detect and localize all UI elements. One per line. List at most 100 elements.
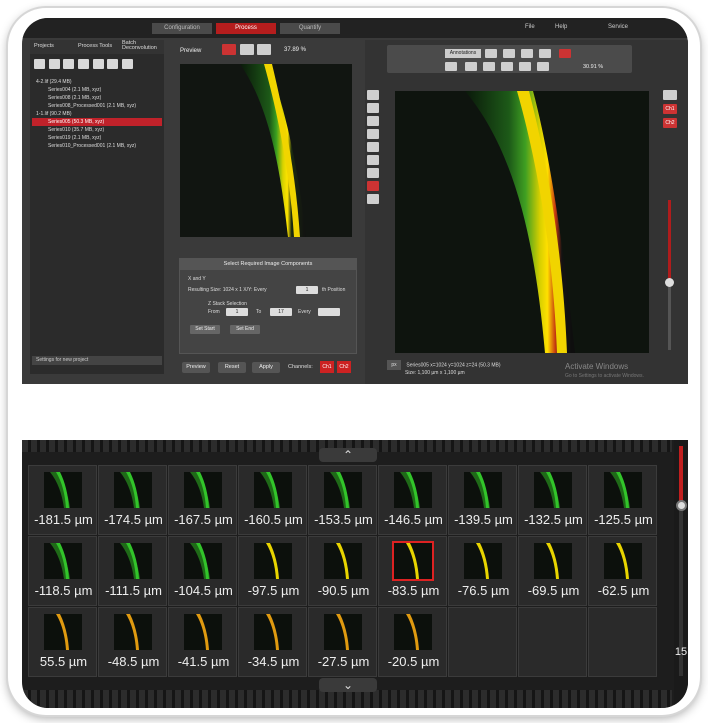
apply-button[interactable]: Apply bbox=[252, 362, 280, 373]
set-start-button[interactable]: Set Start bbox=[190, 325, 220, 334]
project-file[interactable]: 1-1.lif (90.2 MB) bbox=[32, 110, 162, 118]
zoom-out-icon[interactable] bbox=[519, 62, 531, 71]
slice-thumbnail[interactable]: -83.5 µm bbox=[378, 536, 447, 606]
slice-thumbnail[interactable]: -20.5 µm bbox=[378, 607, 447, 677]
slice-thumbnail[interactable]: 55.5 µm bbox=[28, 607, 97, 677]
menu-help[interactable]: Help bbox=[555, 24, 567, 30]
tab-batch-deconvolution[interactable]: Batch Deconvolution bbox=[122, 40, 162, 51]
scroll-up-button[interactable]: ⌃ bbox=[319, 448, 377, 462]
tool-icon[interactable] bbox=[367, 129, 379, 139]
step-process[interactable]: Process bbox=[216, 23, 276, 34]
zoom-out-icon[interactable] bbox=[257, 44, 272, 55]
slice-thumbnail[interactable]: -174.5 µm bbox=[98, 465, 167, 535]
reset-button[interactable]: Reset bbox=[218, 362, 246, 373]
step-configuration[interactable]: Configuration bbox=[152, 23, 212, 34]
z-slider-track[interactable] bbox=[665, 200, 674, 350]
hand-icon[interactable] bbox=[483, 62, 495, 71]
to-stepper[interactable]: 17 bbox=[270, 308, 292, 316]
tool-icon[interactable] bbox=[367, 155, 379, 165]
menu-service[interactable]: Service bbox=[608, 24, 628, 30]
tab-process-tools[interactable]: Process Tools bbox=[78, 43, 112, 49]
slice-thumbnail[interactable]: -104.5 µm bbox=[168, 536, 237, 606]
pencil-icon[interactable] bbox=[445, 62, 457, 71]
series-item[interactable]: Series008_Processed001 (2.1 MB, xyz) bbox=[32, 102, 162, 110]
pixel-button[interactable]: px bbox=[387, 360, 401, 370]
fit-icon[interactable] bbox=[537, 62, 549, 71]
tool-icon[interactable] bbox=[367, 116, 379, 126]
series-item[interactable]: Series019 (2.1 MB, xyz) bbox=[32, 134, 162, 142]
from-stepper[interactable]: 1 bbox=[226, 308, 248, 316]
scroll-knob[interactable] bbox=[676, 500, 687, 511]
tool-icon[interactable] bbox=[367, 90, 379, 100]
tool-icon[interactable] bbox=[367, 142, 379, 152]
step-quantify[interactable]: Quantify bbox=[280, 23, 340, 34]
slice-thumbnail[interactable]: -62.5 µm bbox=[588, 536, 657, 606]
slice-thumbnail[interactable]: -132.5 µm bbox=[518, 465, 587, 535]
slice-thumbnail[interactable]: -27.5 µm bbox=[308, 607, 377, 677]
grid-icon[interactable] bbox=[122, 59, 134, 69]
fit-icon[interactable] bbox=[222, 44, 236, 55]
slice-thumbnail[interactable]: -181.5 µm bbox=[28, 465, 97, 535]
project-settings-dropdown[interactable]: Settings for new project bbox=[32, 356, 162, 365]
tool-icon[interactable] bbox=[367, 181, 379, 191]
tool-icon[interactable] bbox=[367, 103, 379, 113]
folder-icon[interactable] bbox=[63, 59, 75, 69]
slice-thumbnail[interactable]: -34.5 µm bbox=[238, 607, 307, 677]
channel-1-button[interactable]: Ch1 bbox=[663, 104, 677, 114]
slice-image bbox=[604, 543, 642, 579]
slice-thumbnail[interactable]: -90.5 µm bbox=[308, 536, 377, 606]
z-stack-label: Z Stack Selection bbox=[208, 301, 247, 307]
window-icon[interactable] bbox=[539, 49, 551, 58]
set-end-button[interactable]: Set End bbox=[230, 325, 260, 334]
channel-2-button[interactable]: Ch2 bbox=[663, 118, 677, 128]
channel-2-toggle[interactable]: Ch2 bbox=[337, 361, 351, 373]
slice-thumbnail[interactable]: -48.5 µm bbox=[98, 607, 167, 677]
export-icon[interactable] bbox=[92, 59, 104, 69]
slice-thumbnail[interactable]: -125.5 µm bbox=[588, 465, 657, 535]
tool-icon[interactable] bbox=[367, 168, 379, 178]
zoom-in-icon[interactable] bbox=[501, 62, 513, 71]
slice-thumbnail[interactable]: -118.5 µm bbox=[28, 536, 97, 606]
print-icon[interactable] bbox=[503, 49, 515, 58]
slice-thumbnail[interactable]: -69.5 µm bbox=[518, 536, 587, 606]
tab-projects[interactable]: Projects bbox=[34, 43, 54, 49]
annotations-button[interactable]: Annotations bbox=[445, 49, 481, 58]
pin-icon[interactable] bbox=[559, 49, 571, 58]
slice-thumbnail[interactable]: -76.5 µm bbox=[448, 536, 517, 606]
slice-thumbnail[interactable]: -97.5 µm bbox=[238, 536, 307, 606]
viewer-toolbar: Annotations 30.91 % bbox=[387, 45, 632, 73]
every-stepper[interactable]: 1 bbox=[296, 286, 318, 294]
open-icon[interactable] bbox=[34, 59, 45, 69]
channel-1-toggle[interactable]: Ch1 bbox=[320, 361, 334, 373]
z-slider-knob[interactable] bbox=[665, 278, 674, 287]
preview-button[interactable]: Preview bbox=[182, 362, 210, 373]
menu-file[interactable]: File bbox=[525, 24, 535, 30]
series-item[interactable]: Series010_Processed001 (2.1 MB, xyz) bbox=[32, 142, 162, 150]
from-label: From bbox=[208, 309, 220, 315]
move-icon[interactable] bbox=[465, 62, 477, 71]
project-file[interactable]: 4-2.lif (29.4 MB) bbox=[32, 78, 162, 86]
project-tree: 4-2.lif (29.4 MB) Series004 (2.1 MB, xyz)… bbox=[32, 78, 162, 150]
series-item[interactable]: Series005 (50.3 MB, xyz) bbox=[32, 118, 162, 126]
tool-icon[interactable] bbox=[367, 194, 379, 204]
refresh-icon[interactable] bbox=[48, 59, 60, 69]
zoom-in-icon[interactable] bbox=[239, 44, 254, 55]
slice-thumbnail[interactable]: -167.5 µm bbox=[168, 465, 237, 535]
slice-thumbnail[interactable]: -160.5 µm bbox=[238, 465, 307, 535]
series-item[interactable]: Series008 (2.1 MB, xyz) bbox=[32, 94, 162, 102]
slice-thumbnail[interactable]: -41.5 µm bbox=[168, 607, 237, 677]
scroll-track[interactable] bbox=[679, 446, 683, 676]
save-icon[interactable] bbox=[78, 59, 90, 69]
search-icon[interactable] bbox=[107, 59, 119, 69]
series-item[interactable]: Series010 (35.7 MB, xyz) bbox=[32, 126, 162, 134]
every-z-stepper[interactable] bbox=[318, 308, 340, 316]
ruler-icon[interactable] bbox=[485, 49, 497, 58]
slice-thumbnail[interactable]: -146.5 µm bbox=[378, 465, 447, 535]
series-item[interactable]: Series004 (2.1 MB, xyz) bbox=[32, 86, 162, 94]
slice-thumbnail[interactable]: -111.5 µm bbox=[98, 536, 167, 606]
slice-thumbnail[interactable]: -153.5 µm bbox=[308, 465, 377, 535]
camera-icon[interactable] bbox=[521, 49, 533, 58]
scroll-down-button[interactable]: ⌄ bbox=[319, 678, 377, 692]
slice-thumbnail[interactable]: -139.5 µm bbox=[448, 465, 517, 535]
settings-icon[interactable] bbox=[663, 90, 677, 100]
